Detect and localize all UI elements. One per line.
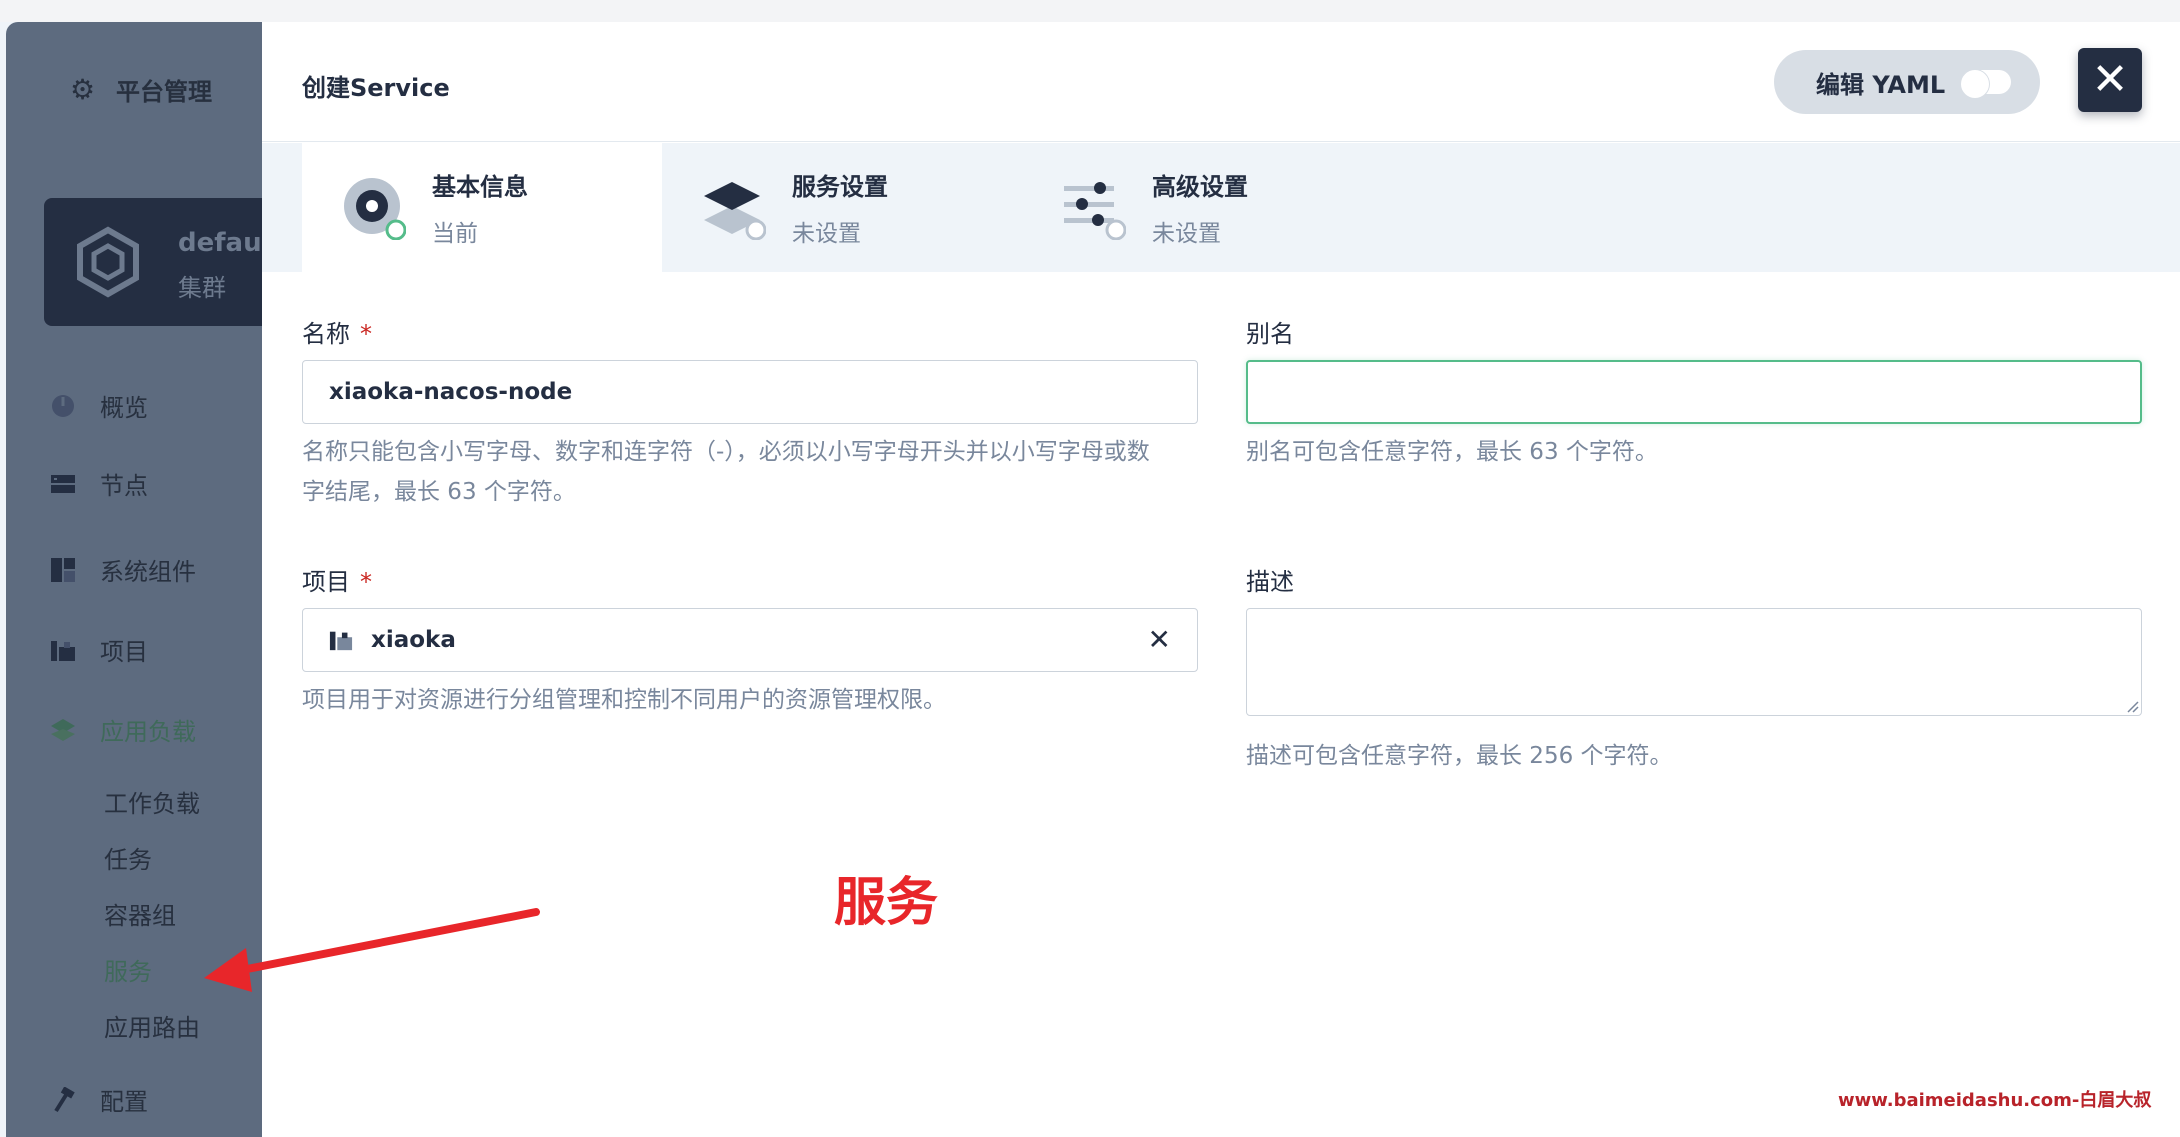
step-status: 未设置	[792, 221, 861, 247]
sidebar-subitem-jobs[interactable]: 任务	[104, 840, 152, 875]
step-basic-info[interactable]: 基本信息 当前	[302, 143, 662, 272]
project-value: xiaoka	[371, 627, 456, 653]
cluster-hexagon-icon	[77, 226, 139, 298]
edit-yaml-label: 编辑 YAML	[1816, 70, 1946, 99]
sidebar-item-label: 概览	[100, 394, 148, 422]
create-service-modal: 创建Service 编辑 YAML ✕ 基本信息 当前 服务设置 未设置 高级设…	[262, 22, 2180, 1137]
step-name: 基本信息	[432, 173, 528, 201]
gear-icon: ⚙	[70, 72, 96, 106]
step-status: 当前	[432, 221, 478, 247]
sidebar-item-nodes[interactable]: 节点	[50, 466, 148, 501]
sidebar-subitem-ingress[interactable]: 应用路由	[104, 1008, 200, 1043]
sidebar-item-label: 应用负载	[100, 718, 196, 746]
sidebar-title: ⚙ 平台管理	[70, 72, 212, 107]
sidebar-title-label: 平台管理	[116, 78, 212, 106]
project-hint: 项目用于对资源进行分组管理和控制不同用户的资源管理权限。	[302, 687, 946, 713]
project-icon	[51, 640, 75, 661]
service-settings-step-icon	[704, 181, 766, 240]
project-select[interactable]: xiaoka ✕	[302, 608, 1198, 672]
project-icon	[329, 631, 353, 651]
description-textarea[interactable]	[1246, 608, 2142, 716]
sliders-icon	[1064, 181, 1126, 240]
close-button[interactable]: ✕	[2078, 48, 2142, 112]
hammer-icon	[54, 1086, 75, 1112]
name-hint: 名称只能包含小写字母、数字和连字符（-），必须以小写字母开头并以小写字母或数 字…	[302, 432, 1212, 512]
sidebar-subitem-pods[interactable]: 容器组	[104, 896, 176, 931]
modal-header: 创建Service 编辑 YAML ✕	[262, 22, 2180, 142]
server-icon	[51, 474, 75, 493]
step-name: 服务设置	[792, 173, 888, 201]
name-label: 名称 *	[302, 314, 372, 349]
sidebar-item-label: 节点	[100, 472, 148, 500]
alias-label: 别名	[1246, 320, 1294, 348]
watermark: www.baimeidashu.com-白眉大叔	[1838, 1090, 2152, 1111]
name-hint-line-2: 字结尾，最长 63 个字符。	[302, 479, 576, 505]
clear-icon[interactable]: ✕	[1148, 623, 1171, 656]
sidebar-subitem-services[interactable]: 服务	[104, 952, 152, 987]
sidebar-item-label: 配置	[100, 1088, 148, 1116]
components-icon	[51, 557, 75, 582]
required-asterisk: *	[360, 320, 372, 348]
cluster-name: default	[178, 228, 266, 258]
project-label: 项目 *	[302, 562, 372, 597]
sidebar-subitem-workloads[interactable]: 工作负载	[104, 784, 200, 819]
resize-handle-icon[interactable]	[2125, 699, 2139, 713]
cluster-type: 集群	[178, 274, 226, 302]
browser-top-strip	[0, 0, 2180, 22]
alias-input[interactable]	[1246, 360, 2142, 424]
step-status: 未设置	[1152, 221, 1221, 247]
annotation-text: 服务	[834, 873, 939, 933]
alias-hint: 别名可包含任意字符，最长 63 个字符。	[1246, 439, 1658, 465]
toggle-switch[interactable]	[1961, 70, 2012, 98]
dashboard-icon	[52, 394, 74, 417]
name-input[interactable]: xiaoka-nacos-node	[302, 360, 1198, 424]
step-bar: 基本信息 当前 服务设置 未设置 高级设置 未设置	[262, 143, 2180, 272]
sidebar-item-label: 项目	[100, 638, 148, 666]
basic-info-step-icon	[344, 177, 406, 240]
sidebar: ⚙ 平台管理 default 集群 概览 节点 系统组件 项目 应用负载 工作负…	[6, 22, 266, 1137]
step-service-settings[interactable]: 服务设置 未设置	[662, 143, 1022, 272]
modal-title: 创建Service	[302, 74, 450, 102]
edit-yaml-toggle-button[interactable]: 编辑 YAML	[1774, 50, 2040, 114]
cluster-card[interactable]: default 集群	[44, 198, 266, 326]
project-label-text: 项目	[302, 568, 350, 596]
close-icon: ✕	[2091, 54, 2129, 105]
sidebar-item-config[interactable]: 配置	[50, 1082, 148, 1117]
sidebar-item-app-workloads[interactable]: 应用负载	[50, 712, 196, 747]
name-label-text: 名称	[302, 320, 350, 348]
name-hint-line-1: 名称只能包含小写字母、数字和连字符（-），必须以小写字母开头并以小写字母或数	[302, 439, 1150, 465]
layers-icon	[51, 718, 75, 741]
sidebar-item-overview[interactable]: 概览	[50, 388, 148, 423]
step-advanced-settings[interactable]: 高级设置 未设置	[1022, 143, 1382, 272]
step-name: 高级设置	[1152, 173, 1248, 201]
sidebar-item-projects[interactable]: 项目	[50, 632, 148, 667]
description-hint: 描述可包含任意字符，最长 256 个字符。	[1246, 743, 1673, 769]
description-label: 描述	[1246, 568, 1294, 596]
sidebar-item-label: 系统组件	[100, 558, 196, 586]
required-asterisk: *	[360, 568, 372, 596]
sidebar-item-components[interactable]: 系统组件	[50, 552, 196, 587]
